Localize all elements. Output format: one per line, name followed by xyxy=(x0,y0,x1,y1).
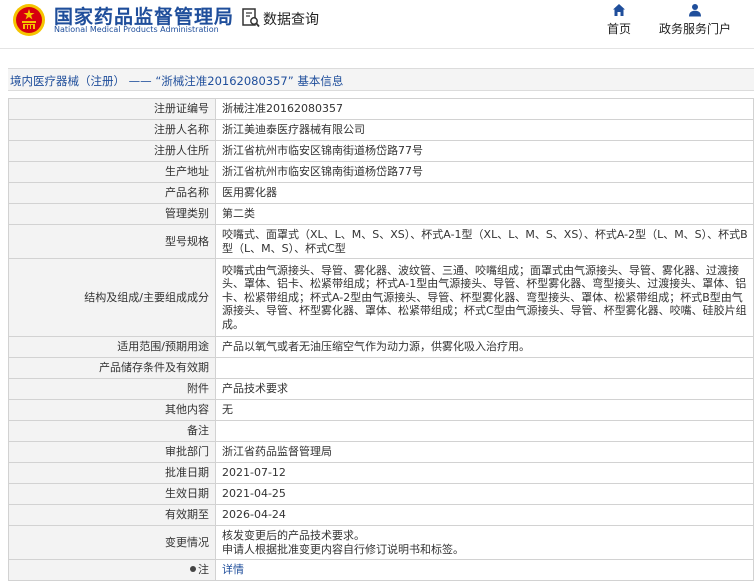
document-search-icon xyxy=(242,8,260,28)
change-line: 核发变更后的产品技术要求。 xyxy=(222,529,365,542)
note-key-label: 注 xyxy=(198,563,209,577)
table-row: 注册人住所 浙江省杭州市临安区锦南街道杨岱路77号 xyxy=(8,140,754,162)
row-value: 咬嘴式、面罩式（XL、L、M、S、XS）、杯式A-1型（XL、L、M、S、XS）… xyxy=(215,224,754,259)
row-value xyxy=(215,420,754,442)
row-key: 管理类别 xyxy=(8,203,216,225)
nav-home-label: 首页 xyxy=(606,22,631,36)
row-value: 核发变更后的产品技术要求。 申请人根据批准变更内容自行修订说明书和标签。 xyxy=(215,525,754,560)
row-key: 注册证编号 xyxy=(8,98,216,120)
row-key: 产品名称 xyxy=(8,182,216,204)
row-value: 浙江省药品监督管理局 xyxy=(215,441,754,463)
site-name-en: National Medical Products Administration xyxy=(54,25,219,34)
row-value: 产品技术要求 xyxy=(215,378,754,400)
table-row: 备注 xyxy=(8,420,754,442)
table-row: 结构及组成/主要组成成分 咬嘴式由气源接头、导管、雾化器、波纹管、三通、咬嘴组成… xyxy=(8,258,754,337)
table-row: 适用范围/预期用途 产品以氧气或者无油压缩空气作为动力源，供雾化吸入治疗用。 xyxy=(8,336,754,358)
row-key: 备注 xyxy=(8,420,216,442)
row-key: 变更情况 xyxy=(8,525,216,560)
table-row: 注册证编号 浙械注准20162080357 xyxy=(8,98,754,120)
table-row: 生效日期 2021-04-25 xyxy=(8,483,754,505)
national-emblem-icon xyxy=(13,4,45,36)
row-value: 浙江省杭州市临安区锦南街道杨岱路77号 xyxy=(215,161,754,183)
row-value: 无 xyxy=(215,399,754,421)
breadcrumb-text: 境内医疗器械（注册） —— “浙械注准20162080357” 基本信息 xyxy=(10,73,343,89)
table-row: 其他内容 无 xyxy=(8,399,754,421)
row-key: 审批部门 xyxy=(8,441,216,463)
breadcrumb-separator: —— xyxy=(128,74,152,88)
person-icon xyxy=(689,4,701,17)
row-value: 浙械注准20162080357 xyxy=(215,98,754,120)
row-value: 2026-04-24 xyxy=(215,504,754,526)
row-value: 2021-07-12 xyxy=(215,462,754,484)
nav-service-portal[interactable]: 政务服务门户 xyxy=(656,3,734,37)
row-key: 有效期至 xyxy=(8,504,216,526)
home-icon xyxy=(613,4,625,16)
details-link[interactable]: 详情 xyxy=(215,559,754,581)
row-key: 生产地址 xyxy=(8,161,216,183)
row-value: 浙江美迪泰医疗器械有限公司 xyxy=(215,119,754,141)
row-key: 产品储存条件及有效期 xyxy=(8,357,216,379)
nav-home[interactable]: 首页 xyxy=(602,3,636,37)
table-row: 注 详情 xyxy=(8,559,754,581)
table-row: 批准日期 2021-07-12 xyxy=(8,462,754,484)
row-key: 注册人名称 xyxy=(8,119,216,141)
row-key: 型号规格 xyxy=(8,224,216,259)
header-divider xyxy=(0,48,754,49)
row-key: 其他内容 xyxy=(8,399,216,421)
table-row: 审批部门 浙江省药品监督管理局 xyxy=(8,441,754,463)
row-key: 适用范围/预期用途 xyxy=(8,336,216,358)
row-value: 2021-04-25 xyxy=(215,483,754,505)
site-header: 国家药品监督管理局 National Medical Products Admi… xyxy=(0,0,754,44)
table-row: 型号规格 咬嘴式、面罩式（XL、L、M、S、XS）、杯式A-1型（XL、L、M、… xyxy=(8,224,754,259)
breadcrumb-title: “浙械注准20162080357” 基本信息 xyxy=(155,74,344,88)
nav-service-portal-label: 政务服务门户 xyxy=(658,22,731,36)
breadcrumb-category[interactable]: 境内医疗器械（注册） xyxy=(10,74,125,88)
table-row: 变更情况 核发变更后的产品技术要求。 申请人根据批准变更内容自行修订说明书和标签… xyxy=(8,525,754,560)
table-row: 生产地址 浙江省杭州市临安区锦南街道杨岱路77号 xyxy=(8,161,754,183)
row-key: 生效日期 xyxy=(8,483,216,505)
row-value: 咬嘴式由气源接头、导管、雾化器、波纹管、三通、咬嘴组成；面罩式由气源接头、导管、… xyxy=(215,258,754,337)
registration-detail-table: 注册证编号 浙械注准20162080357 注册人名称 浙江美迪泰医疗器械有限公… xyxy=(8,98,754,581)
table-row: 产品储存条件及有效期 xyxy=(8,357,754,379)
table-row: 注册人名称 浙江美迪泰医疗器械有限公司 xyxy=(8,119,754,141)
table-row: 附件 产品技术要求 xyxy=(8,378,754,400)
table-row: 产品名称 医用雾化器 xyxy=(8,182,754,204)
table-row: 管理类别 第二类 xyxy=(8,203,754,225)
row-key: 批准日期 xyxy=(8,462,216,484)
row-key: 注册人住所 xyxy=(8,140,216,162)
row-value: 产品以氧气或者无油压缩空气作为动力源，供雾化吸入治疗用。 xyxy=(215,336,754,358)
row-value: 医用雾化器 xyxy=(215,182,754,204)
table-row: 有效期至 2026-04-24 xyxy=(8,504,754,526)
row-value: 浙江省杭州市临安区锦南街道杨岱路77号 xyxy=(215,140,754,162)
breadcrumb: 境内医疗器械（注册） —— “浙械注准20162080357” 基本信息 xyxy=(8,68,754,91)
row-value: 第二类 xyxy=(215,203,754,225)
row-key: 结构及组成/主要组成成分 xyxy=(8,258,216,337)
row-key: 注 xyxy=(8,559,216,581)
row-value xyxy=(215,357,754,379)
row-key: 附件 xyxy=(8,378,216,400)
data-query-label: 数据查询 xyxy=(263,12,319,28)
pin-icon xyxy=(190,566,196,573)
change-line: 申请人根据批准变更内容自行修订说明书和标签。 xyxy=(222,542,464,556)
